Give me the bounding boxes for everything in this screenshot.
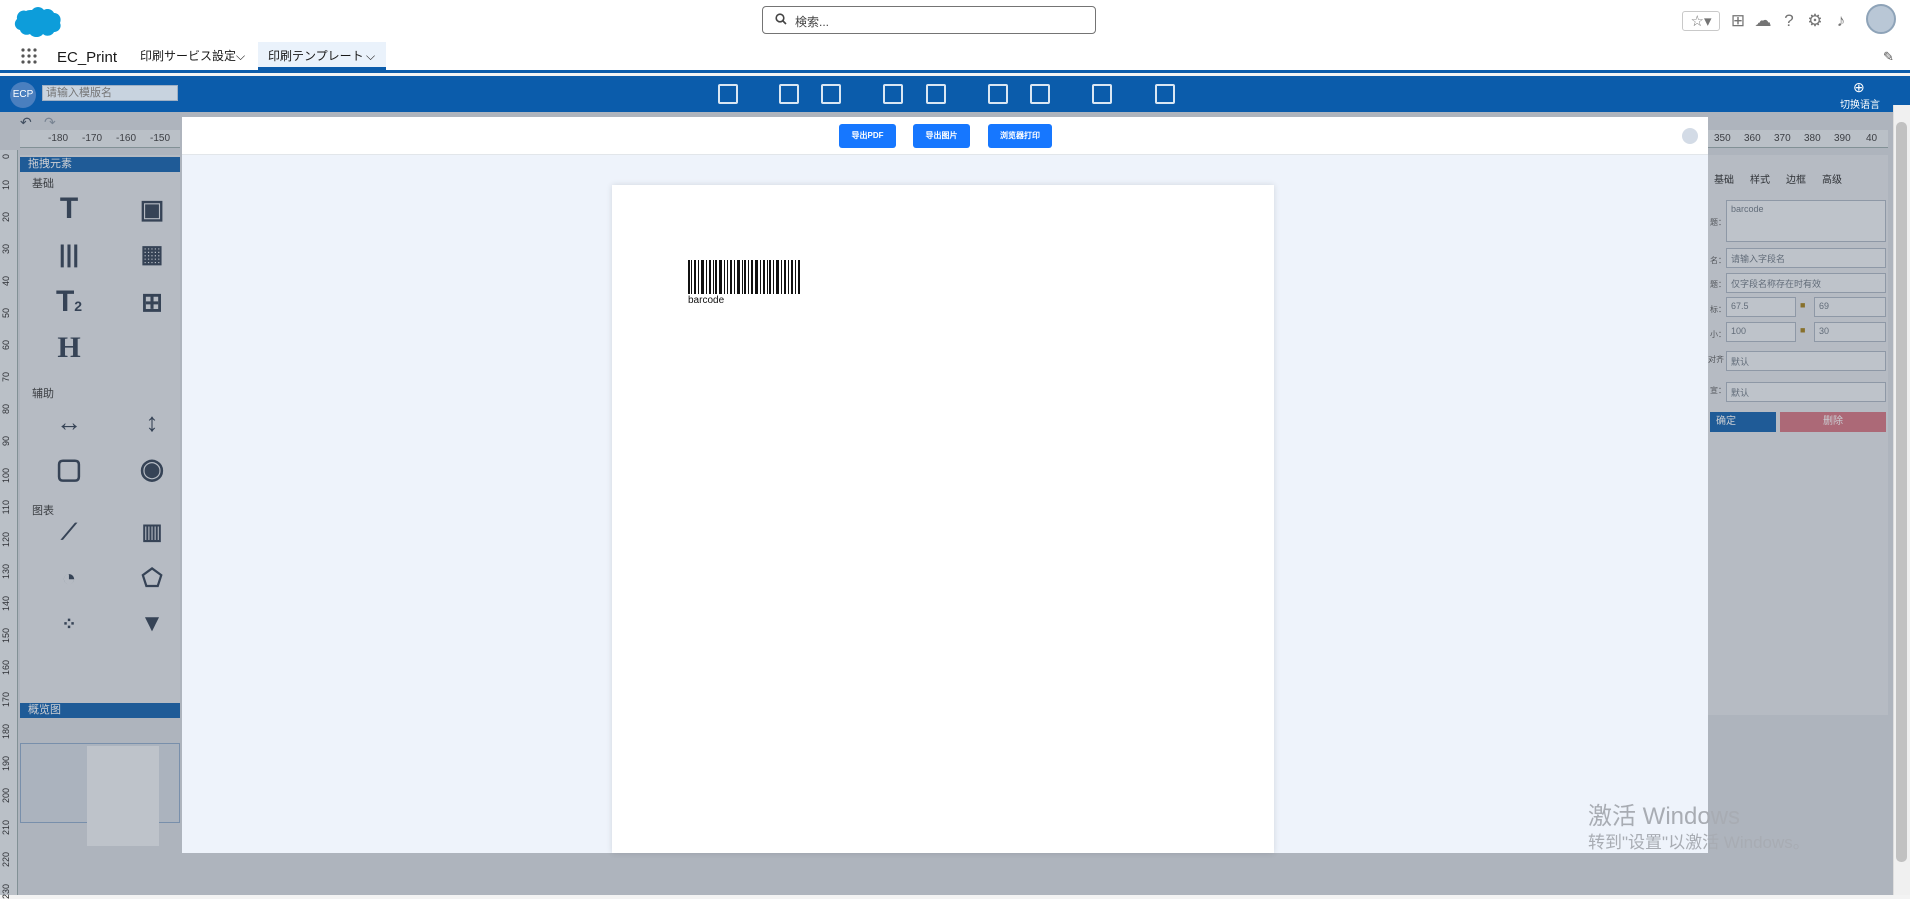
- modal-header: 导出PDF 导出图片 浏览器打印: [182, 117, 1708, 155]
- barcode-caption: barcode: [688, 295, 725, 306]
- globe-icon[interactable]: ⊕: [1853, 79, 1865, 96]
- salesforce-logo[interactable]: [12, 4, 62, 38]
- close-modal-icon[interactable]: [1682, 128, 1698, 144]
- image-icon[interactable]: [926, 84, 946, 104]
- print-preview-modal: 导出PDF 导出图片 浏览器打印 barcode: [182, 117, 1708, 853]
- chevron-down-icon[interactable]: ⌵: [366, 42, 375, 70]
- setup-gear-icon[interactable]: ⚙: [1805, 11, 1825, 31]
- global-search-input[interactable]: 検索...: [762, 6, 1096, 34]
- app-nav-bar: EC_Print 印刷サービス設定 ⌵ 印刷テンプレート ⌵ ✎: [0, 42, 1910, 73]
- export-pdf-label: 导出PDF: [851, 131, 884, 140]
- preview-page: barcode: [612, 185, 1274, 853]
- user-avatar[interactable]: [1866, 4, 1896, 34]
- template-name-input[interactable]: [42, 85, 178, 101]
- layers-icon[interactable]: [1092, 84, 1112, 104]
- browser-print-button[interactable]: 浏览器打印: [988, 124, 1052, 148]
- table-icon[interactable]: [883, 84, 903, 104]
- tab-label: 印刷テンプレート: [268, 49, 364, 63]
- browser-print-label: 浏览器打印: [1000, 131, 1040, 140]
- windows-activation-hint: 转到"设置"以激活 Windows。: [1588, 833, 1810, 852]
- ecp-logo: ECP: [10, 82, 36, 108]
- windows-activation-watermark: 激活 Windows: [1588, 803, 1741, 830]
- preview-icon[interactable]: [1155, 84, 1175, 104]
- tab-print-templates[interactable]: 印刷テンプレート ⌵: [258, 42, 386, 70]
- export-image-label: 导出图片: [925, 131, 958, 140]
- export-pdf-button[interactable]: 导出PDF: [839, 124, 896, 148]
- save-icon[interactable]: [718, 84, 738, 104]
- tab-label: 印刷サービス設定: [140, 49, 237, 63]
- import-icon[interactable]: [1030, 84, 1050, 104]
- notifications-bell-icon[interactable]: ♪: [1831, 11, 1851, 31]
- scrollbar-thumb[interactable]: [1896, 122, 1907, 862]
- export-image-button[interactable]: 导出图片: [913, 124, 970, 148]
- app-name: EC_Print: [57, 49, 118, 66]
- search-placeholder: 検索...: [795, 15, 830, 29]
- app-launcher-icon[interactable]: [20, 47, 38, 65]
- global-actions-plus-icon[interactable]: ⊞: [1728, 11, 1748, 31]
- list-icon[interactable]: [821, 84, 841, 104]
- help-icon[interactable]: ?: [1779, 11, 1799, 31]
- edit-nav-pencil-icon[interactable]: ✎: [1883, 49, 1894, 65]
- switch-language-button[interactable]: 切换语言: [1840, 96, 1880, 111]
- export-icon[interactable]: [988, 84, 1008, 104]
- edit-icon[interactable]: [779, 84, 799, 104]
- tab-print-service-settings[interactable]: 印刷サービス設定 ⌵: [130, 42, 256, 70]
- global-header: 検索... ☆▾ ⊞ ☁ ? ⚙ ♪: [0, 0, 1910, 42]
- search-icon: [775, 13, 787, 28]
- trailhead-icon[interactable]: ☁: [1753, 11, 1773, 31]
- designer-toolbar: ECP ⊕ 切换语言: [0, 76, 1910, 112]
- chevron-down-icon[interactable]: ⌵: [236, 42, 245, 70]
- favorites-star-icon[interactable]: ☆▾: [1682, 11, 1720, 31]
- barcode-image: [688, 260, 800, 294]
